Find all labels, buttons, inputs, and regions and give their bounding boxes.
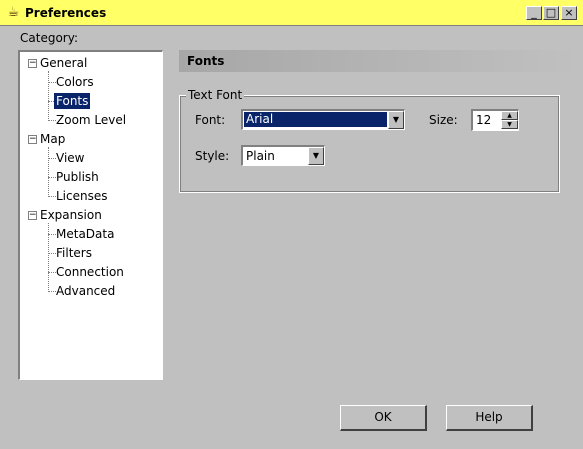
java-cup-icon: ☕ <box>7 5 20 20</box>
size-spinner[interactable]: 12 ▲ ▼ <box>471 109 519 131</box>
font-dropdown-arrow-icon[interactable]: ▼ <box>388 111 404 129</box>
tree-connector <box>48 291 56 292</box>
text-font-group-title: Text Font <box>186 88 245 102</box>
tree-group-general[interactable]: General <box>40 55 87 71</box>
tree-item-advanced[interactable]: Advanced <box>56 283 115 299</box>
tree-connector <box>48 272 56 273</box>
spinner-down-arrow-icon[interactable]: ▼ <box>501 120 518 129</box>
title-bar: ☕ Preferences _ □ × <box>0 0 583 26</box>
font-label: Font: <box>195 113 226 127</box>
help-button[interactable]: Help <box>446 405 533 431</box>
tree-group-expansion[interactable]: Expansion <box>40 207 102 223</box>
tree-connector <box>48 253 56 254</box>
style-combobox[interactable]: Plain ▼ <box>241 145 325 166</box>
size-spinner-value[interactable]: 12 <box>476 113 491 128</box>
style-combobox-value: Plain <box>246 149 275 163</box>
minimize-button[interactable]: _ <box>526 6 542 20</box>
spinner-up-arrow-icon[interactable]: ▲ <box>501 111 518 120</box>
tree-connector <box>48 158 56 159</box>
collapse-general-icon[interactable]: − <box>28 59 37 68</box>
collapse-expansion-icon[interactable]: − <box>28 211 37 220</box>
tree-connector <box>48 177 56 178</box>
tree-item-connection[interactable]: Connection <box>56 264 124 280</box>
tree-item-view[interactable]: View <box>56 150 84 166</box>
style-dropdown-arrow-icon[interactable]: ▼ <box>308 147 324 165</box>
tree-item-fonts[interactable]: Fonts <box>54 93 91 109</box>
tree-connector <box>48 120 56 121</box>
style-label: Style: <box>195 149 230 163</box>
tree-connector <box>48 82 56 83</box>
tree-item-publish[interactable]: Publish <box>56 169 99 185</box>
tree-connector <box>48 71 49 121</box>
tree-item-filters[interactable]: Filters <box>56 245 92 261</box>
tree-connector <box>48 234 56 235</box>
window-title: Preferences <box>25 6 107 20</box>
tree-item-colors[interactable]: Colors <box>56 74 94 90</box>
tree-item-licenses[interactable]: Licenses <box>56 188 108 204</box>
font-combobox-value: Arial <box>244 112 387 127</box>
font-combobox[interactable]: Arial ▼ <box>241 109 405 130</box>
ok-button[interactable]: OK <box>340 405 427 431</box>
tree-item-zoom-level[interactable]: Zoom Level <box>56 112 126 128</box>
close-button[interactable]: × <box>561 6 577 20</box>
size-label: Size: <box>429 113 458 127</box>
maximize-button[interactable]: □ <box>543 6 559 20</box>
category-label: Category: <box>20 31 78 45</box>
tree-group-map[interactable]: Map <box>40 131 65 147</box>
tree-connector <box>48 147 49 197</box>
panel-header: Fonts <box>179 50 579 72</box>
tree-connector <box>48 196 56 197</box>
tree-item-metadata[interactable]: MetaData <box>56 226 114 242</box>
category-tree[interactable]: − General Colors Fonts Zoom Level − Map … <box>18 50 163 380</box>
collapse-map-icon[interactable]: − <box>28 135 37 144</box>
